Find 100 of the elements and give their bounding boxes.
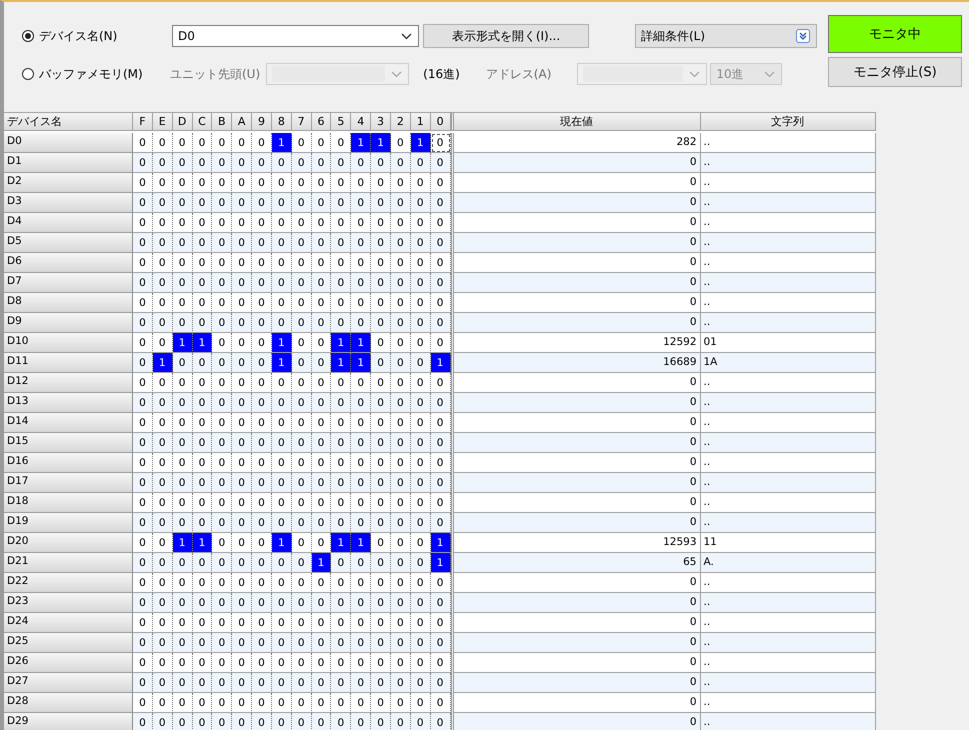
bit-cell: 0 bbox=[133, 353, 153, 373]
bit-cell: 0 bbox=[430, 513, 450, 533]
column-header: 9 bbox=[252, 113, 272, 131]
radio-button[interactable]: デバイス名(N) bbox=[22, 28, 172, 44]
bit-cell: 0 bbox=[252, 593, 272, 613]
bit-cell: 0 bbox=[292, 553, 312, 573]
string-cell: .. bbox=[700, 193, 876, 213]
bit-cell: 0 bbox=[331, 513, 352, 533]
bit-cell: 0 bbox=[232, 633, 252, 653]
bit-cell: 0 bbox=[312, 633, 332, 653]
value-cell: 0 bbox=[454, 393, 700, 413]
radio-button[interactable]: バッファメモリ(M) bbox=[22, 66, 172, 82]
bit-cell: 0 bbox=[192, 193, 212, 213]
bit-cell: 0 bbox=[232, 593, 252, 613]
bit-cell: 0 bbox=[390, 193, 411, 213]
bit-cell: 1 bbox=[410, 133, 431, 153]
open-format-button[interactable]: 表示形式を開く(I)... bbox=[423, 24, 589, 48]
bit-cell: 0 bbox=[252, 673, 272, 693]
bit-cell: 0 bbox=[331, 393, 352, 413]
bit-cell: 0 bbox=[351, 513, 372, 533]
bit-cell: 0 bbox=[371, 393, 391, 413]
monitoring-button[interactable]: モニタ中 bbox=[828, 15, 962, 53]
bit-cell: 0 bbox=[232, 193, 252, 213]
column-header: 4 bbox=[351, 113, 372, 131]
value-cell: 0 bbox=[454, 713, 700, 730]
bit-cell: 0 bbox=[252, 193, 272, 213]
value-cell: 0 bbox=[454, 153, 700, 173]
column-header: F bbox=[133, 113, 153, 131]
bit-cell: 1 bbox=[371, 133, 391, 153]
bit-cell: 0 bbox=[371, 513, 391, 533]
bit-cell: 0 bbox=[232, 473, 252, 493]
row-header: D28 bbox=[4, 693, 133, 713]
bit-cell: 0 bbox=[272, 513, 292, 533]
row-header: D9 bbox=[4, 313, 133, 333]
bit-cell: 0 bbox=[172, 313, 193, 333]
bit-cell: 0 bbox=[430, 433, 450, 453]
column-header: 6 bbox=[312, 113, 332, 131]
bit-cell: 0 bbox=[410, 393, 431, 413]
bit-cell: 1 bbox=[331, 533, 352, 553]
bit-cell: 0 bbox=[133, 433, 153, 453]
string-cell: A. bbox=[700, 553, 876, 573]
bit-cell: 0 bbox=[212, 313, 232, 333]
bit-cell: 0 bbox=[331, 313, 352, 333]
bit-cell: 0 bbox=[172, 233, 193, 253]
bit-cell: 0 bbox=[410, 153, 431, 173]
bit-cell: 0 bbox=[371, 713, 391, 730]
bit-cell: 0 bbox=[172, 353, 193, 373]
string-cell: 1A bbox=[700, 353, 876, 373]
bit-cell: 0 bbox=[390, 153, 411, 173]
bit-cell: 0 bbox=[133, 553, 153, 573]
column-header: 3 bbox=[371, 113, 391, 131]
value-cell: 0 bbox=[454, 233, 700, 253]
bit-cell: 0 bbox=[410, 433, 431, 453]
bit-cell: 0 bbox=[371, 433, 391, 453]
bit-cell: 0 bbox=[152, 713, 173, 730]
string-cell: .. bbox=[700, 513, 876, 533]
bit-cell: 0 bbox=[351, 673, 372, 693]
bit-cell: 0 bbox=[212, 513, 232, 533]
row-header: D19 bbox=[4, 513, 133, 533]
bit-cell: 0 bbox=[292, 353, 312, 373]
bit-cell: 0 bbox=[292, 313, 312, 333]
bit-cell: 0 bbox=[430, 713, 450, 730]
bit-cell: 0 bbox=[172, 193, 193, 213]
bit-cell: 0 bbox=[192, 273, 212, 293]
bit-cell: 0 bbox=[133, 593, 153, 613]
bit-cell: 1 bbox=[172, 333, 193, 353]
chevron-down-icon bbox=[401, 32, 412, 40]
bit-cell: 0 bbox=[232, 273, 252, 293]
bit-cell: 0 bbox=[390, 233, 411, 253]
bit-cell: 0 bbox=[192, 713, 212, 730]
bit-cell: 0 bbox=[152, 393, 173, 413]
row-header: D17 bbox=[4, 473, 133, 493]
bit-cell: 0 bbox=[371, 193, 391, 213]
string-cell: .. bbox=[700, 713, 876, 730]
bit-cell: 0 bbox=[371, 553, 391, 573]
bit-cell: 0 bbox=[331, 473, 352, 493]
bit-cell: 0 bbox=[371, 233, 391, 253]
device-name-combo[interactable]: D0 bbox=[172, 25, 419, 47]
bit-cell: 1 bbox=[351, 333, 372, 353]
bit-cell: 0 bbox=[232, 393, 252, 413]
bit-cell: 0 bbox=[351, 593, 372, 613]
bit-cell: 0 bbox=[292, 233, 312, 253]
bit-cell: 0 bbox=[212, 353, 232, 373]
column-header: A bbox=[232, 113, 252, 131]
row-header: D16 bbox=[4, 453, 133, 473]
value-cell: 0 bbox=[454, 593, 700, 613]
bit-cell: 0 bbox=[232, 713, 252, 730]
bit-cell: 0 bbox=[430, 313, 450, 333]
bit-cell: 0 bbox=[410, 633, 431, 653]
stop-monitor-button[interactable]: モニタ停止(S) bbox=[828, 57, 962, 87]
column-header: D bbox=[172, 113, 193, 131]
bit-cell: 0 bbox=[390, 593, 411, 613]
bit-cell: 0 bbox=[212, 633, 232, 653]
string-cell: .. bbox=[700, 393, 876, 413]
bit-cell: 0 bbox=[331, 153, 352, 173]
bit-cell: 0 bbox=[390, 673, 411, 693]
detail-condition-combo[interactable]: 詳細条件(L) bbox=[635, 24, 817, 48]
bit-cell: 0 bbox=[351, 713, 372, 730]
bit-cell: 0 bbox=[351, 393, 372, 413]
column-header: B bbox=[212, 113, 232, 131]
